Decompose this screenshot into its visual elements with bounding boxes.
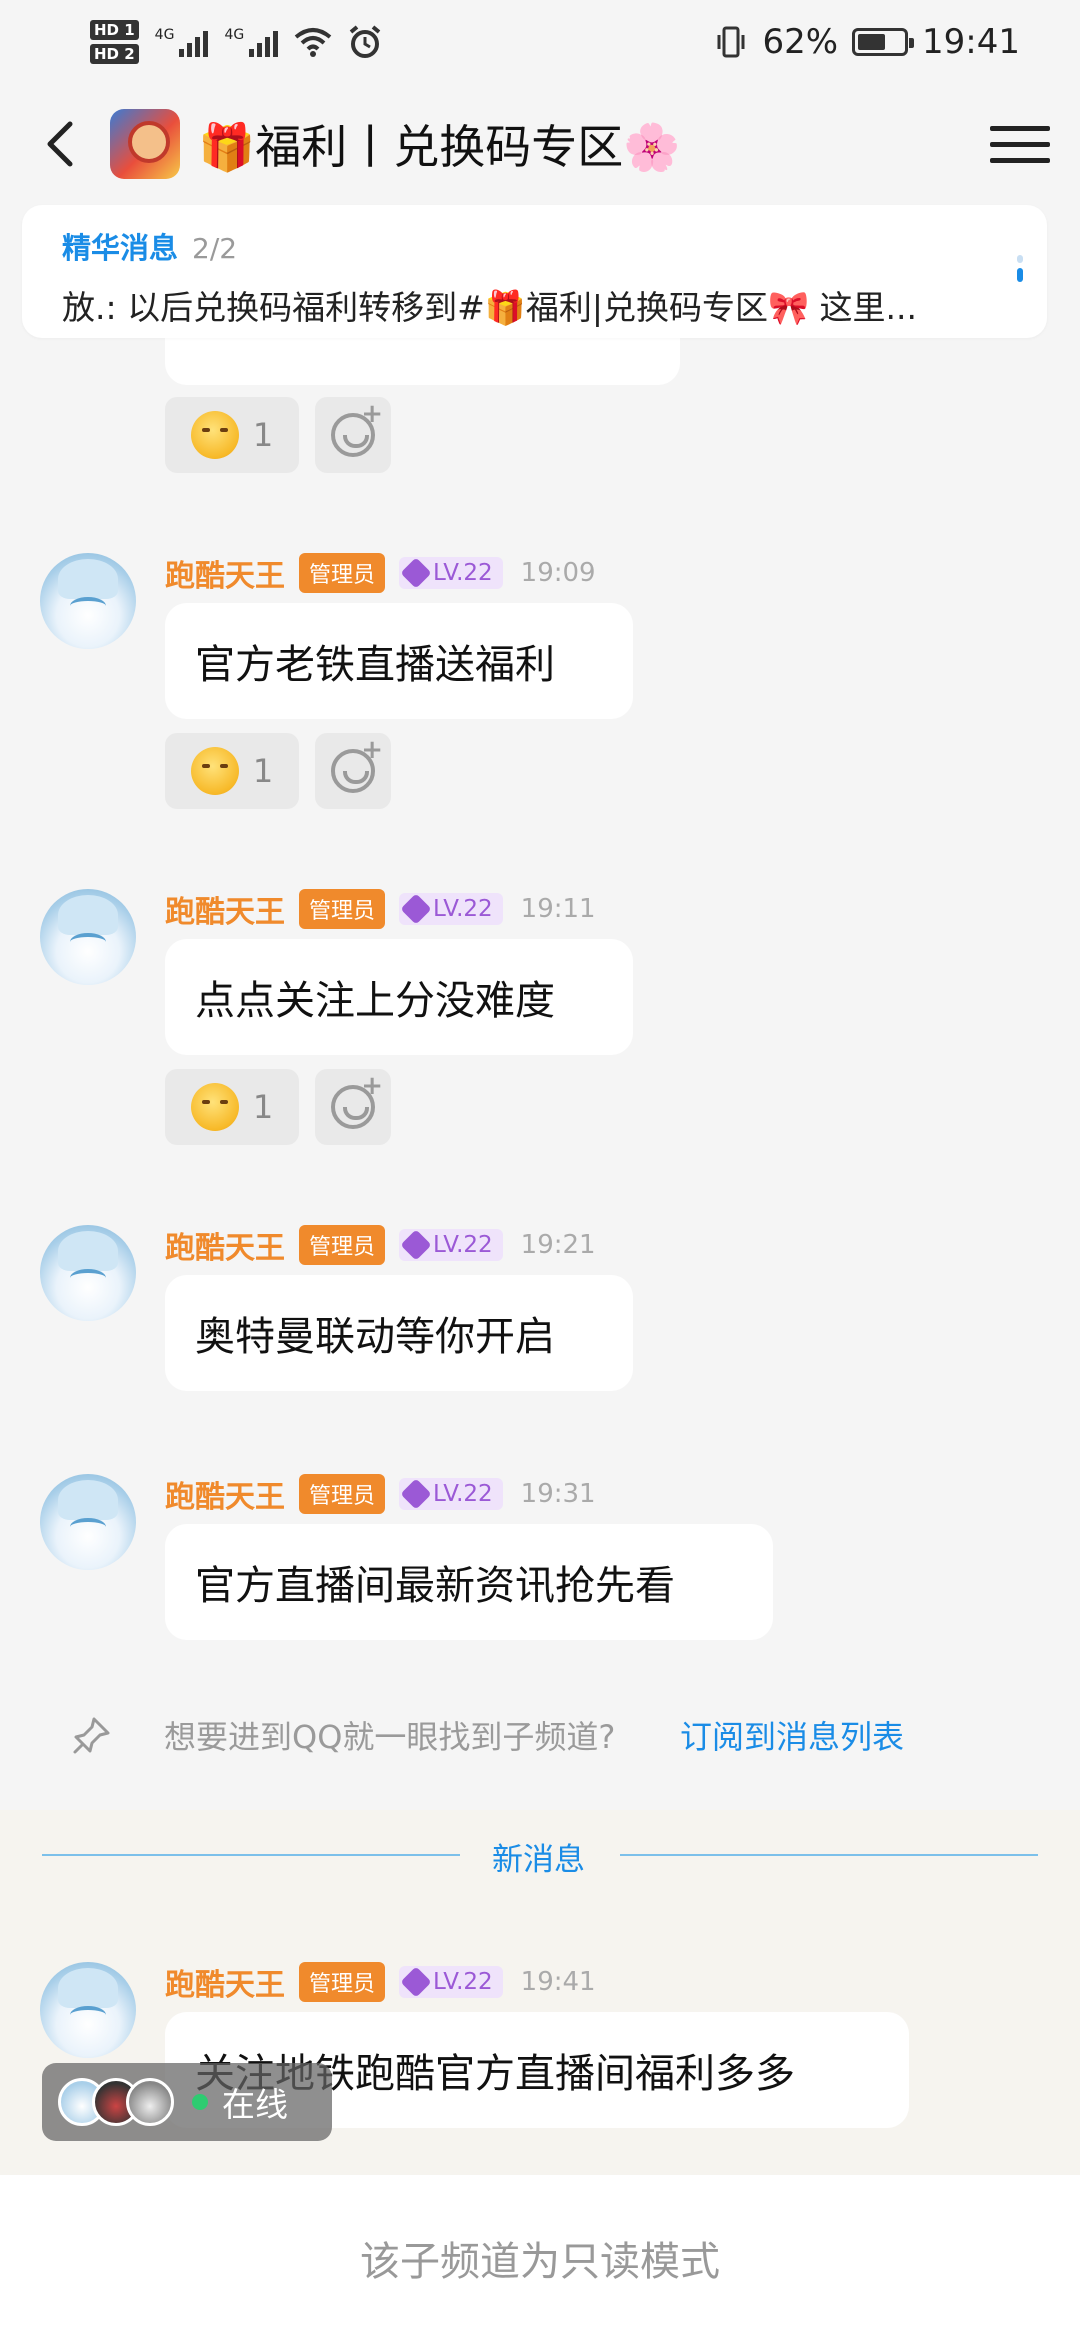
reaction-chip[interactable]: 1 [165,733,299,809]
add-emoji-icon [331,735,383,793]
sender-name[interactable]: 跑酷天王 [165,1960,285,2004]
online-status-dot [192,2094,208,2110]
role-badge: 管理员 [299,1962,386,2002]
new-messages-label: 新消息 [492,1842,585,1878]
role-badge: 管理员 [299,1225,386,1265]
online-members-chip[interactable]: 在线 [42,2063,332,2141]
pin-icon [73,1717,110,1754]
pinned-page-indicator [1017,255,1023,282]
reaction-row: 1 [165,1069,391,1145]
battery-icon [852,28,915,56]
reaction-chip[interactable]: 1 [165,1069,299,1145]
level-text: LV.22 [433,1481,493,1507]
hd-indicators: HD 1 HD 2 [90,20,139,64]
pinned-text: 放.: 以后兑换码福利转移到#🎁福利|兑换码专区🎀 这里... [62,288,918,327]
reaction-count: 1 [252,416,274,454]
online-label: 在线 [222,2085,288,2124]
level-text: LV.22 [433,1969,493,1995]
role-badge: 管理员 [299,1474,386,1514]
reaction-count: 1 [252,1088,274,1126]
level-badge: LV.22 [399,893,503,925]
pinned-essence-message[interactable]: 精华消息 2/2 放.: 以后兑换码福利转移到#🎁福利|兑换码专区🎀 这里... [22,205,1047,338]
signal-icon-2: 4G [224,27,279,57]
hd2-badge: HD 2 [90,44,139,64]
add-reaction-button[interactable] [315,733,391,809]
role-badge: 管理员 [299,553,386,593]
add-reaction-button[interactable] [315,397,391,473]
level-badge: LV.22 [399,1966,503,1998]
add-emoji-icon [331,399,383,457]
avatar[interactable] [40,1962,136,2058]
clock: 19:41 [922,22,1020,62]
gem-icon [400,1478,432,1510]
level-badge: LV.22 [399,1229,503,1261]
status-bar: HD 1 HD 2 4G 4G 62% 19:41 [0,0,1080,84]
chevron-left-icon [47,121,73,167]
emoji-icon [190,1083,239,1131]
add-reaction-button[interactable] [315,1069,391,1145]
subscribe-text: 想要进到QQ就一眼找到子频道? [164,1718,616,1756]
wifi-icon [294,28,332,57]
sender-name[interactable]: 跑酷天王 [165,1472,285,1516]
message-time: 19:31 [520,1479,596,1509]
gem-icon [400,557,432,589]
level-badge: LV.22 [399,1478,503,1510]
message-time: 19:41 [520,1967,596,1997]
message-time: 19:09 [520,558,596,588]
hd1-badge: HD 1 [90,20,139,40]
avatar[interactable] [40,1474,136,1570]
signal-icon: 4G [155,27,209,57]
avatar[interactable] [40,553,136,649]
subscribe-link[interactable]: 订阅到消息列表 [680,1712,904,1758]
message-bubble[interactable]: 官方老铁直播送福利 [165,603,633,719]
avatar[interactable] [40,889,136,985]
level-text: LV.22 [433,896,493,922]
add-emoji-icon [331,1071,383,1129]
sender-name[interactable]: 跑酷天王 [165,887,285,931]
back-button[interactable] [30,114,90,174]
network-type-1: 4G [154,27,175,43]
read-only-notice: 该子频道为只读模式 [0,2175,1080,2340]
new-messages-divider: 新消息 [0,1830,1080,1880]
avatar[interactable] [40,1225,136,1321]
pinned-label: 精华消息 [62,231,179,265]
message-bubble[interactable]: 奥特曼联动等你开启 [165,1275,633,1391]
channel-header: 🎁福利丨兑换码专区🌸 [0,84,1080,204]
battery-percent: 62% [762,22,839,62]
level-text: LV.22 [433,1232,493,1258]
member-avatar [126,2078,174,2126]
gem-icon [400,1966,432,1998]
alarm-icon [349,25,381,58]
gem-icon [400,1229,432,1261]
pinned-count: 2/2 [192,232,238,265]
message-bubble[interactable]: 点点关注上分没难度 [165,939,633,1055]
emoji-icon [190,747,239,795]
menu-button[interactable] [990,114,1050,174]
message-bubble[interactable]: 官方直播间最新资讯抢先看 [165,1524,773,1640]
reaction-count: 1 [252,752,274,790]
sender-name[interactable]: 跑酷天王 [165,1223,285,1267]
level-badge: LV.22 [399,557,503,589]
message-time: 19:11 [520,894,596,924]
vibrate-icon [717,26,745,58]
reaction-chip[interactable]: 1 [165,397,299,473]
reaction-row: 1 [165,733,391,809]
subscribe-hint: 想要进到QQ就一眼找到子频道? 订阅到消息列表 [0,1700,1080,1770]
sender-name[interactable]: 跑酷天王 [165,551,285,595]
network-type-2: 4G [224,27,245,43]
message-time: 19:21 [520,1230,596,1260]
level-text: LV.22 [433,560,493,586]
guild-avatar[interactable] [110,109,180,179]
reaction-row: 1 [165,397,391,473]
role-badge: 管理员 [299,889,386,929]
gem-icon [400,893,432,925]
channel-title: 🎁福利丨兑换码专区🌸 [198,120,681,174]
emoji-icon [190,411,239,459]
